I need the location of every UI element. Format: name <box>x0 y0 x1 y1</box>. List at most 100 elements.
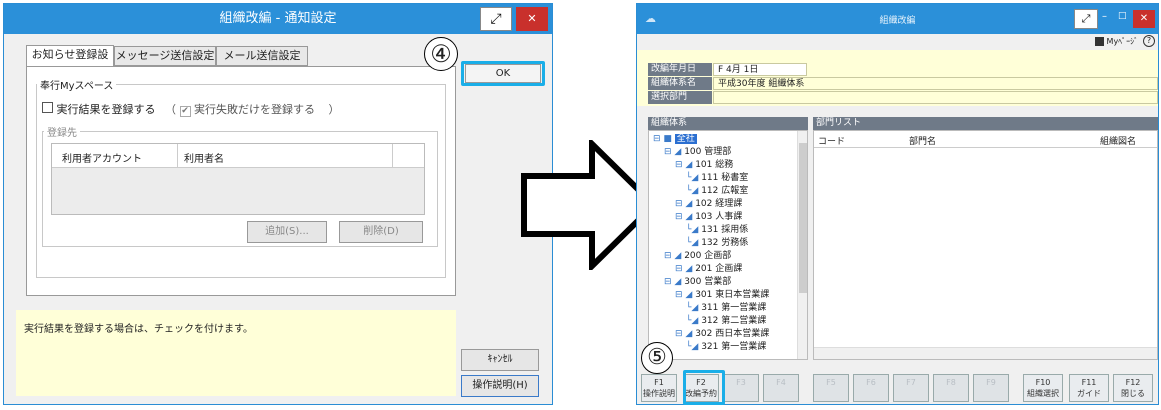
tab-message-settings[interactable]: メッセージ送信設定 <box>114 46 216 66</box>
tree-item[interactable]: ⊟ ◢ 100 管理部 <box>664 146 731 158</box>
list-hscrollbar[interactable] <box>814 347 1157 359</box>
tree-scroll-thumb[interactable] <box>799 143 807 293</box>
fkey-f8[interactable]: F8 <box>933 374 969 402</box>
tree-item-label: 100 管理部 <box>684 147 732 157</box>
fkey-f1[interactable]: F1 操作説明 <box>641 374 677 402</box>
tree-item[interactable]: └◢ 132 労務係 <box>686 237 748 249</box>
tree-item-label: 201 企画課 <box>695 264 743 274</box>
tree-item-label: 101 総務 <box>695 160 734 170</box>
fkey-label: 操作説明 <box>643 389 675 398</box>
tree-scrollbar[interactable] <box>797 131 807 359</box>
ok-button[interactable]: OK <box>465 64 541 83</box>
tree-item[interactable]: └◢ 321 第一営業課 <box>686 341 766 353</box>
col-divider <box>177 144 178 168</box>
expand-icon[interactable]: ⤢ <box>1074 9 1098 29</box>
minimize-icon[interactable]: – <box>1102 11 1107 22</box>
hint-area: 実行結果を登録する場合は、チェックを付けます。 <box>16 310 456 396</box>
fkey-f7[interactable]: F7 <box>893 374 929 402</box>
close-icon[interactable]: ✕ <box>1133 10 1155 28</box>
fkey-number: F5 <box>826 378 836 387</box>
tree-item[interactable]: ⊟ ◢ 103 人事課 <box>675 211 742 223</box>
tree-item[interactable]: ⊟ ◢ 101 総務 <box>675 159 733 171</box>
step-marker-4: ④ <box>424 37 458 71</box>
fkey-f9[interactable]: F9 <box>973 374 1009 402</box>
tree-item[interactable]: └◢ 311 第一営業課 <box>686 302 766 314</box>
tree-item-label: 全社 <box>674 134 697 144</box>
tree-item[interactable]: ⊟ ◢ 301 東日本営業課 <box>675 289 769 301</box>
tree-item[interactable]: ⊟ ■ 全社 <box>653 133 697 145</box>
tree-item-label: 131 採用係 <box>701 225 749 235</box>
dialog-title: 組織改編 - 通知設定 <box>4 4 552 34</box>
tab-notice-settings[interactable]: お知らせ登録設定 <box>26 45 114 79</box>
selected-dept-value <box>713 91 1158 104</box>
org-restructure-window: ☁ 組織改編 ⤢ – □ ✕ Myﾍﾟｰｼﾞ ? 改編年月日 F 4月 1日 組… <box>636 3 1159 405</box>
fkey-number: F8 <box>946 378 956 387</box>
help-button[interactable]: 操作説明(H) <box>461 375 539 397</box>
fkey-number: F11 <box>1081 378 1097 387</box>
tree-item-label: 112 広報室 <box>701 186 749 196</box>
tree-item[interactable]: └◢ 312 第二営業課 <box>686 315 766 327</box>
mypage-icon <box>1095 37 1104 46</box>
department-icon: └◢ <box>686 238 702 248</box>
expand-icon[interactable]: ⤢ <box>480 7 512 31</box>
fkey-f6[interactable]: F6 <box>853 374 889 402</box>
user-table[interactable]: 利用者アカウント 利用者名 <box>51 143 425 215</box>
f2-highlight <box>683 370 725 405</box>
dept-list[interactable]: コード 部門名 組織図名 <box>813 130 1158 360</box>
col-user-account: 利用者アカウント <box>62 154 142 165</box>
department-icon: ⊟ ◢ <box>675 212 696 222</box>
tree-item-label: 301 東日本営業課 <box>695 290 770 300</box>
register-result-checkbox[interactable] <box>42 102 53 113</box>
delete-button[interactable]: 削除(D) <box>339 221 423 243</box>
tree-item[interactable]: └◢ 111 秘書室 <box>686 172 748 184</box>
department-icon: ⊟ ◢ <box>675 264 696 274</box>
label-restructure-date: 改編年月日 <box>648 63 712 76</box>
tree-header: 組織体系 <box>648 117 808 130</box>
label-org-system-name: 組織体系名 <box>648 77 712 90</box>
org-system-name-value: 平成30年度 組織体系 <box>713 77 1158 90</box>
col-dept-name: 部門名 <box>909 137 937 147</box>
fkey-f12[interactable]: F12 閉じる <box>1113 374 1153 402</box>
department-icon: └◢ <box>686 173 702 183</box>
add-button[interactable]: 追加(S)... <box>247 221 327 243</box>
company-icon: ⊟ ■ <box>653 134 675 144</box>
department-icon: ⊟ ◢ <box>675 199 696 209</box>
tree-item-label: 103 人事課 <box>695 212 743 222</box>
list-header: 部門リスト <box>813 117 1158 130</box>
fkey-f10[interactable]: F10 組織選択 <box>1023 374 1063 402</box>
tree-item[interactable]: ⊟ ◢ 302 西日本営業課 <box>675 328 769 340</box>
department-icon: └◢ <box>686 303 702 313</box>
help-icon[interactable]: ? <box>1143 35 1155 47</box>
fkey-f5[interactable]: F5 <box>813 374 849 402</box>
tab-mail-settings[interactable]: メール送信設定 <box>216 46 308 66</box>
department-icon: ⊟ ◢ <box>664 251 685 261</box>
tree-item[interactable]: ⊟ ◢ 300 営業部 <box>664 276 731 288</box>
maximize-icon[interactable]: □ <box>1118 11 1127 21</box>
tree-item[interactable]: └◢ 112 広報室 <box>686 185 748 197</box>
col-divider <box>392 144 393 168</box>
department-icon: ⊟ ◢ <box>675 290 696 300</box>
settings-panel: 奉行Myスペース 実行結果を登録する （ ✔ 実行失敗だけを登録する ） 登録先… <box>26 66 456 296</box>
fkey-f4[interactable]: F4 <box>763 374 799 402</box>
paren-close: ） <box>328 103 340 116</box>
tree-item-label: 311 第一営業課 <box>701 303 767 313</box>
mypage-link[interactable]: Myﾍﾟｰｼﾞ <box>1095 36 1138 47</box>
tree-item-label: 312 第二営業課 <box>701 316 767 326</box>
cancel-button[interactable]: ｷｬﾝｾﾙ <box>461 349 539 371</box>
fkey-f3[interactable]: F3 <box>723 374 759 402</box>
tree-item[interactable]: ⊟ ◢ 200 企画部 <box>664 250 731 262</box>
fkey-f11[interactable]: F11 ガイド <box>1069 374 1109 402</box>
department-icon: └◢ <box>686 342 702 352</box>
failed-only-checkbox[interactable]: ✔ <box>179 106 191 117</box>
close-icon[interactable]: ✕ <box>516 7 548 31</box>
restructure-date-input[interactable]: F 4月 1日 <box>713 63 807 76</box>
department-icon: ⊟ ◢ <box>675 160 696 170</box>
department-icon: ⊟ ◢ <box>675 329 696 339</box>
tree-item[interactable]: └◢ 131 採用係 <box>686 224 748 236</box>
fkey-number: F7 <box>906 378 916 387</box>
department-icon: └◢ <box>686 316 702 326</box>
tree-item[interactable]: ⊟ ◢ 201 企画課 <box>675 263 742 275</box>
fkey-number: F6 <box>866 378 876 387</box>
org-tree[interactable]: ⊟ ■ 全社 ⊟ ◢ 100 管理部 ⊟ ◢ 101 総務 └◢ 111 秘書室 └◢ … <box>648 130 808 360</box>
tree-item[interactable]: ⊟ ◢ 102 経理課 <box>675 198 742 210</box>
